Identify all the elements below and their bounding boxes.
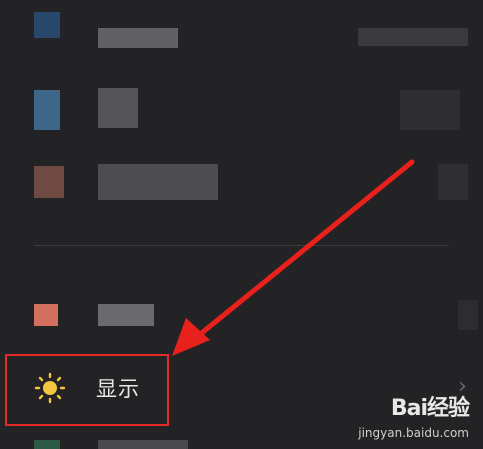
annotation-arrow: [172, 159, 415, 356]
watermark-url: jingyan.baidu.com: [358, 426, 469, 440]
watermark-brand: Bai经验: [390, 396, 470, 421]
baidu-watermark: Bai经验 jingyan.baidu.com: [358, 390, 470, 440]
